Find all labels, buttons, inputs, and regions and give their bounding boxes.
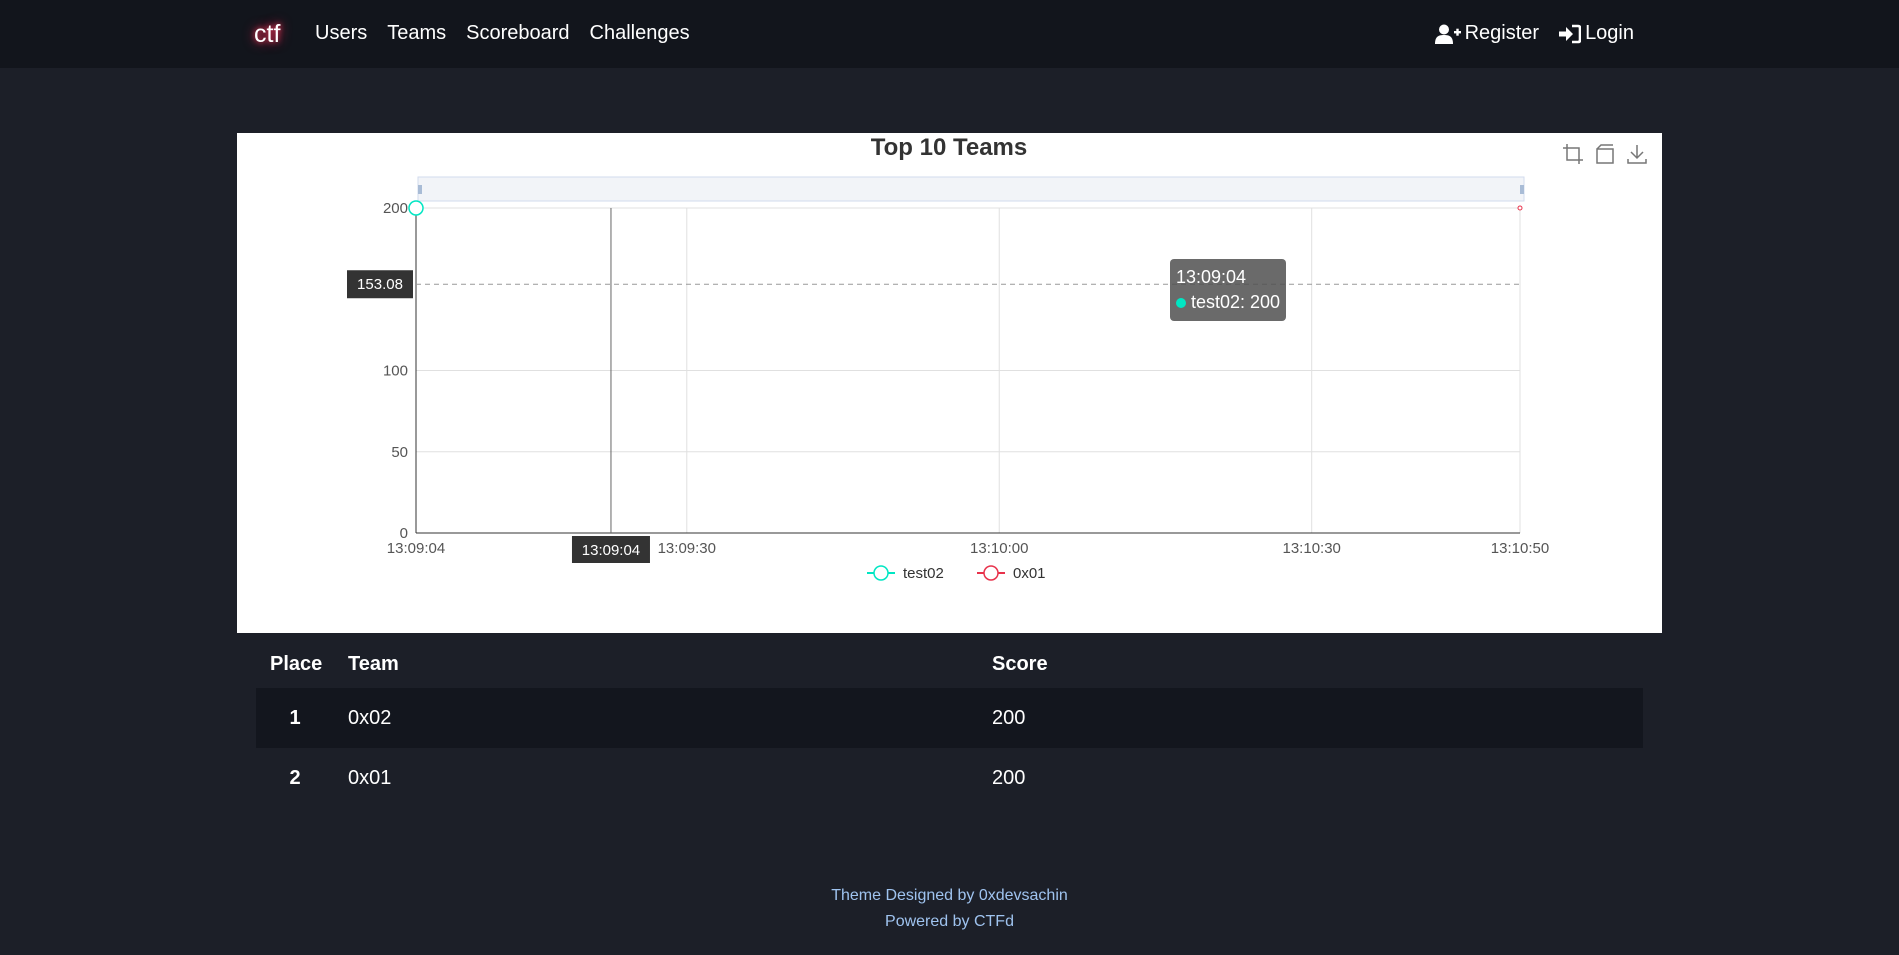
navbar: ctf Users Teams Scoreboard Challenges Re… [0,0,1899,68]
x-tick-label: 13:10:00 [970,540,1028,557]
scoreboard-table: Place Team Score 1 0x02 200 2 0x01 200 [256,640,1643,808]
login-link[interactable]: Login [1559,22,1634,45]
sign-in-icon [1559,24,1582,43]
footer-powered-by[interactable]: Powered by CTFd [0,913,1899,931]
nav-challenges[interactable]: Challenges [590,22,690,45]
table-header-row: Place Team Score [256,640,1643,688]
chart-tooltip: 13:09:04 test02: 200 [1170,259,1287,321]
table-row: 1 0x02 200 [256,688,1643,748]
login-label: Login [1585,22,1634,44]
scoreboard-chart: Top 10 Teams 0 50 100 200 13:09:04 13:09:30 13:… [237,133,1662,633]
tooltip-time: 13:09:04 [1176,267,1247,287]
register-link[interactable]: Register [1434,22,1540,45]
chart-toolbox [1562,143,1648,165]
y-tick-label: 50 [391,444,408,461]
data-point-0x01 [1517,205,1523,211]
user-plus-icon [1434,24,1461,44]
header-place: Place [270,652,323,675]
nav-auth: Register Login [1415,22,1634,45]
chart-canvas: Top 10 Teams05010020013:09:04 13:09:30 13:… [347,134,1549,582]
legend-label-test02[interactable]: test02 [903,565,944,582]
zoom-icon[interactable] [1562,143,1584,165]
row-score: 200 [992,706,1026,729]
legend-marker-0x01 [983,565,999,581]
x-tick-label: 13:09:30 [658,540,716,557]
nav-teams[interactable]: Teams [387,22,446,45]
x-tick-label: 13:10:50 [1491,540,1549,557]
datazoom-handle [1520,185,1524,194]
data-point-test02 [408,200,424,216]
axis-pointer-y-label: 153.08 [357,276,403,293]
nav-users[interactable]: Users [315,22,367,45]
legend-marker-test02 [873,565,889,581]
footer-theme-credit[interactable]: Theme Designed by 0xdevsachin [0,887,1899,905]
row-score: 200 [992,766,1026,789]
brand-logo[interactable]: ctf [254,20,280,49]
header-team: Team [348,652,399,675]
tooltip-value: test02: 200 [1191,292,1281,312]
nav-links: Users Teams Scoreboard Challenges [315,22,710,45]
x-tick-label: 13:10:30 [1283,540,1341,557]
download-icon[interactable] [1626,143,1648,165]
row-team-link[interactable]: 0x02 [334,688,978,748]
nav-scoreboard[interactable]: Scoreboard [466,22,569,45]
chart-title: Top 10 Teams [871,134,1028,161]
row-team-link[interactable]: 0x01 [334,748,978,808]
tooltip-entry: test02: 200 [1176,290,1280,315]
table-row: 2 0x01 200 [256,748,1643,808]
datazoom-slider [417,176,1525,202]
y-tick-label: 100 [383,363,408,380]
header-score: Score [992,652,1048,675]
legend-label-0x01[interactable]: 0x01 [1013,565,1046,582]
datazoom-handle [418,185,422,194]
axis-pointer-x-label: 13:09:04 [582,542,640,559]
x-tick-label: 13:09:04 [387,540,445,557]
row-place: 2 [289,766,301,789]
series-dot-icon [1176,298,1186,309]
row-place: 1 [289,706,301,729]
zoom-reset-icon[interactable] [1594,143,1616,165]
register-label: Register [1464,22,1540,44]
y-tick-label: 200 [383,200,408,217]
